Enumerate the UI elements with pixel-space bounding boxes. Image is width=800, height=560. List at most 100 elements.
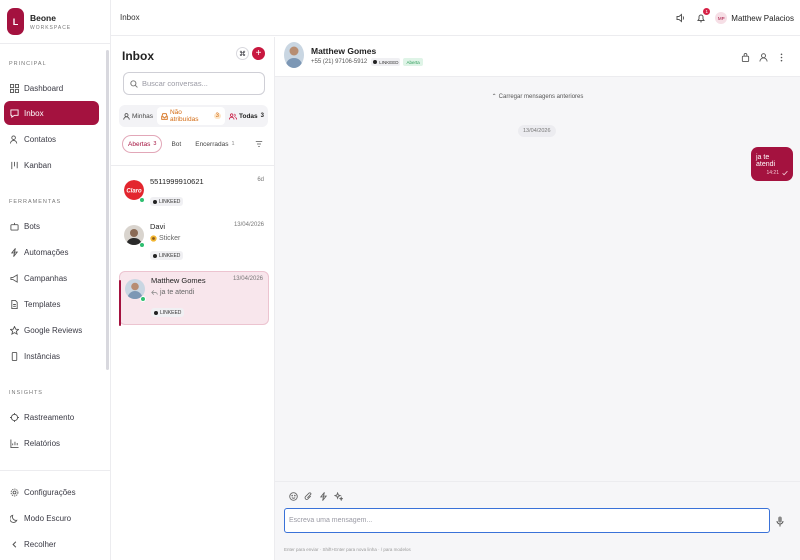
sparkles-icon[interactable] (333, 491, 343, 501)
user-avatar[interactable]: MP (715, 12, 728, 24)
channel-tag: LINKEED (150, 197, 184, 206)
message-input[interactable] (289, 517, 759, 524)
section-label-ferramentas: FERRAMENTAS (9, 199, 62, 205)
filter-label: Todas (238, 112, 258, 120)
message-area: ⌃ Carregar mensagens anteriores 13/04/202… (275, 77, 800, 481)
sidebar-item-label: Dashboard (24, 83, 64, 93)
sidebar-item-relatorios[interactable]: Relatórios (4, 431, 99, 455)
search-box[interactable] (123, 72, 265, 95)
chevron-up-icon: ⌃ (491, 94, 497, 100)
attachment-icon[interactable] (303, 491, 313, 501)
sidebar-item-bots[interactable]: Bots (4, 214, 99, 238)
lightning-icon (9, 247, 19, 257)
chat-contact-name: Matthew Gomes (311, 46, 377, 56)
contact-info-icon[interactable] (758, 52, 768, 62)
sidebar-item-campanhas[interactable]: Campanhas (4, 266, 99, 290)
sidebar-item-contatos[interactable]: Contatos (4, 127, 99, 151)
microphone-icon[interactable] (775, 515, 785, 527)
sidebar-item-kanban[interactable]: Kanban (4, 153, 99, 177)
sidebar-item-templates[interactable]: Templates (4, 292, 99, 316)
filter-label: Não atribuídas (169, 109, 199, 123)
inbox-tray-icon (161, 112, 168, 120)
brand-logo[interactable]: L (7, 8, 24, 35)
sidebar-item-google-reviews[interactable]: Google Reviews (4, 318, 99, 342)
inbox-title: Inbox (122, 49, 154, 63)
outgoing-message[interactable]: ja te atendi 14:21 (751, 147, 793, 181)
conversation-item-selected[interactable]: Matthew Gomes 13/04/2026 ja te atendi LI… (119, 271, 269, 326)
tracking-icon (9, 412, 19, 422)
sidebar-item-automacoes[interactable]: Automações (4, 240, 99, 264)
speaker-icon[interactable] (675, 12, 687, 24)
chat-header: Matthew Gomes +55 (21) 97106-5912 LINKEE… (275, 37, 800, 77)
sidebar-item-label: Instâncias (24, 351, 61, 361)
chevron-left-icon (9, 539, 19, 549)
sidebar-item-dashboard[interactable]: Dashboard (4, 76, 99, 100)
sidebar-scrollbar[interactable] (106, 50, 109, 370)
new-conversation-button[interactable]: + (252, 47, 265, 60)
bag-icon[interactable] (740, 52, 750, 62)
channel-tag: LINKEED (151, 308, 185, 317)
filter-count: 3 (260, 113, 264, 119)
sidebar-item-label: Modo Escuro (24, 513, 72, 523)
tab-bot[interactable]: Bot (166, 135, 186, 153)
online-indicator (139, 242, 145, 248)
search-input[interactable] (142, 79, 262, 88)
sidebar-item-label: Campanhas (24, 273, 68, 283)
message-time: 14:21 (766, 170, 779, 176)
tab-abertas[interactable]: Abertas 3 (122, 135, 163, 153)
emoji-icon[interactable] (288, 491, 298, 501)
contacts-icon (9, 134, 19, 144)
conversation-list-panel: Inbox ⌘ + Minhas Não atribuídas 3 Todas … (111, 37, 275, 560)
conversation-name: Davi (150, 222, 166, 231)
sidebar: L Beone WORKSPACE PRINCIPAL Dashboard In… (0, 0, 111, 560)
conversation-preview: ja te atendi (151, 289, 194, 296)
filter-mine[interactable]: Minhas (119, 107, 157, 125)
sidebar-item-recolher[interactable]: Recolher (4, 532, 99, 556)
message-composer: Enter para enviar · Shift+Enter para nov… (275, 481, 800, 560)
composer-tools (288, 491, 348, 501)
message-meta: 14:21 (766, 170, 788, 176)
sidebar-item-label: Relatórios (24, 438, 61, 448)
sidebar-item-label: Automações (24, 247, 69, 257)
conversation-time: 6d (257, 177, 264, 183)
sidebar-item-inbox[interactable]: Inbox (4, 101, 99, 125)
more-options-icon[interactable] (776, 52, 786, 62)
users-icon (228, 112, 237, 120)
conversation-preview: Sticker (150, 235, 180, 242)
moon-icon (9, 513, 19, 523)
conversation-item[interactable]: Davi 13/04/2026 Sticker LINKEED (119, 218, 269, 272)
sort-filter-icon[interactable] (255, 140, 263, 148)
lightning-icon[interactable] (318, 491, 328, 501)
load-more-messages[interactable]: ⌃ Carregar mensagens anteriores (275, 93, 800, 100)
gear-icon (9, 487, 19, 497)
message-input-box[interactable] (284, 508, 770, 533)
notification-bell-icon[interactable]: 1 (695, 8, 711, 24)
kanban-icon (9, 160, 19, 170)
filter-all[interactable]: Todas 3 (225, 107, 268, 125)
user-name[interactable]: Matthew Palacios (731, 14, 794, 23)
sidebar-item-modo-escuro[interactable]: Modo Escuro (4, 506, 99, 530)
chat-contact-avatar[interactable] (284, 42, 304, 68)
channel-tag: LINKEED (150, 251, 184, 260)
filter-count: 3 (213, 113, 221, 119)
sidebar-item-instancias[interactable]: Instâncias (4, 344, 99, 368)
sidebar-item-configuracoes[interactable]: Configurações (4, 480, 99, 504)
sidebar-item-label: Bots (24, 221, 41, 231)
selected-indicator (119, 280, 121, 326)
conversation-time: 13/04/2026 (232, 276, 263, 282)
megaphone-icon (9, 273, 19, 283)
brand-name: Beone (30, 12, 56, 23)
date-separator: 13/04/2026 (518, 125, 556, 137)
template-icon (9, 299, 19, 309)
filter-unassigned[interactable]: Não atribuídas 3 (156, 107, 225, 125)
sticker-icon (150, 235, 157, 242)
sidebar-item-label: Inbox (24, 108, 44, 118)
inbox-icon (9, 108, 19, 118)
sidebar-item-rastreamento[interactable]: Rastreamento (4, 405, 99, 429)
brand: L Beone WORKSPACE (0, 0, 110, 44)
sidebar-item-label: Configurações (24, 487, 76, 497)
tab-encerradas[interactable]: Encerradas 1 (190, 135, 239, 153)
tab-label: Abertas (128, 140, 151, 148)
conversation-time: 13/04/2026 (233, 222, 264, 228)
command-button[interactable]: ⌘ (236, 47, 249, 60)
